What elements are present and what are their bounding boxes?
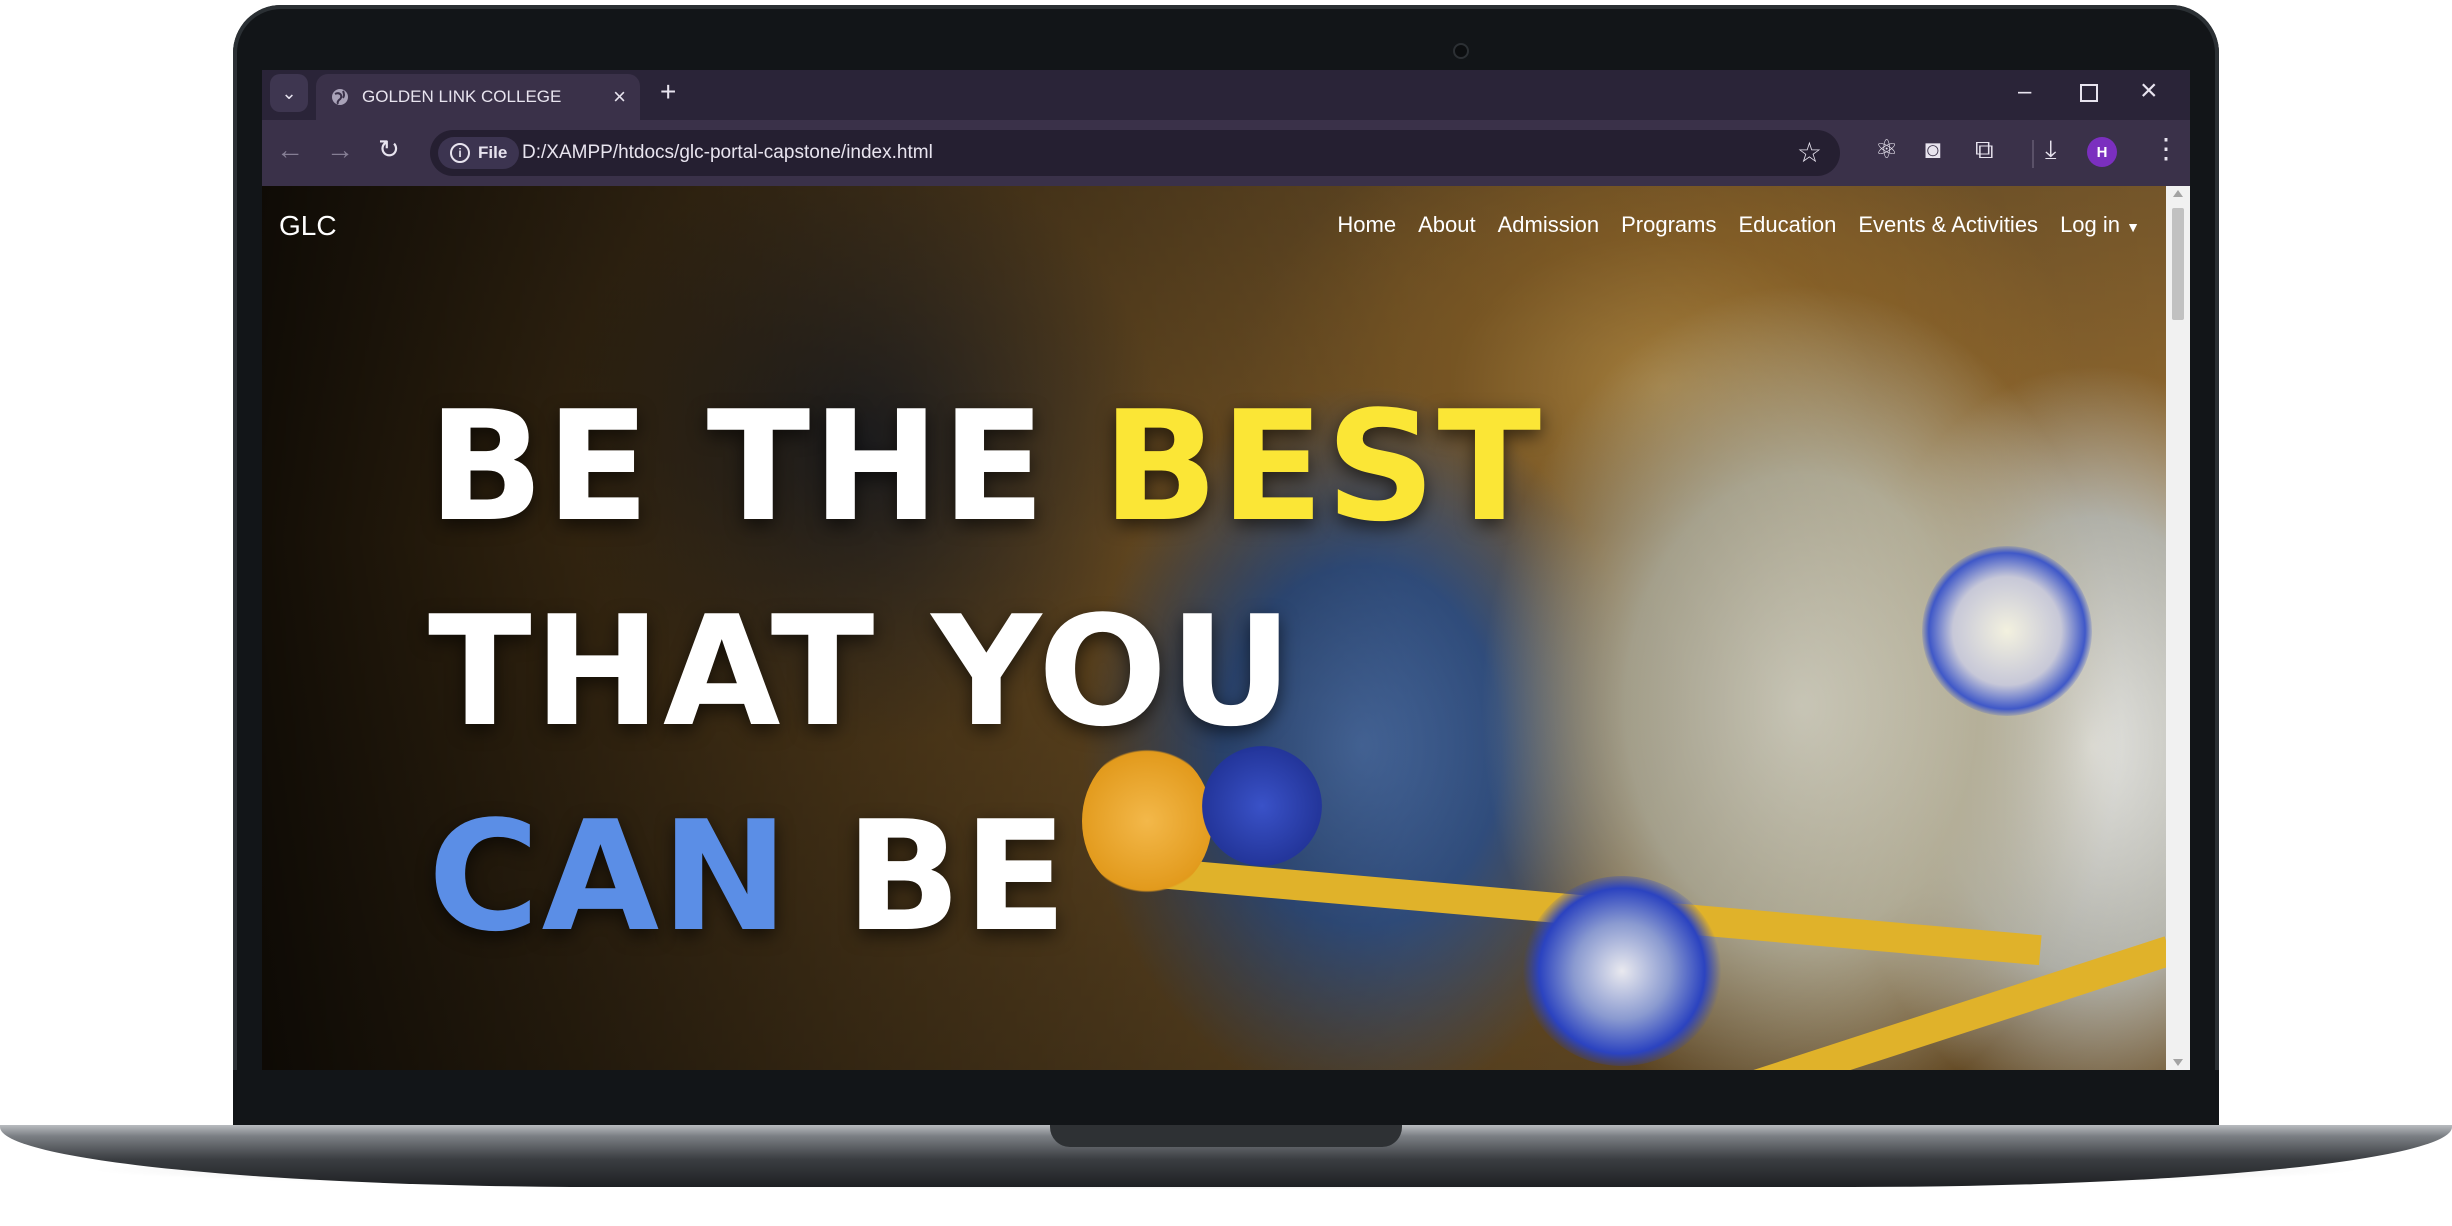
nav-links: Home About Admission Programs Education … [1337,212,2140,238]
blue-white-bow [1522,876,1722,1066]
back-arrow-icon[interactable]: ← [276,134,304,166]
hero-section: GLC Home About Admission Programs Educat… [262,186,2166,1070]
browser-toolbar: ← → ↻ i File D:/XAMPP/htdocs/glc-portal-… [262,120,2190,186]
site-brand[interactable]: GLC [279,210,337,242]
hero-text-be: BE [845,788,1070,965]
page-scrollbar[interactable] [2166,186,2190,1070]
minimize-icon[interactable]: – [2018,78,2031,106]
ribbon-decoration-2 [1670,936,2166,1070]
react-extension-icon[interactable]: ⚛ [1875,134,1898,165]
globe-icon [332,89,348,105]
nav-about[interactable]: About [1418,212,1476,238]
tab-strip: ⌄ GOLDEN LINK COLLEGE × + – × [262,70,2190,120]
bookmark-star-icon[interactable]: ☆ [1797,136,1822,169]
browser-window: ⌄ GOLDEN LINK COLLEGE × + – × ← → ↻ i Fi… [262,70,2190,1070]
toolbar-divider [2032,140,2034,168]
tab-active[interactable]: GOLDEN LINK COLLEGE × [316,74,640,120]
site-info-label: File [478,143,508,162]
hero-text-best: BEST [1102,378,1544,555]
laptop-hinge-notch [1050,1125,1402,1147]
white-bow [1922,546,2092,716]
restore-icon[interactable] [2080,84,2098,102]
nav-login-label: Log in [2060,212,2121,237]
tab-title: GOLDEN LINK COLLEGE [362,87,562,106]
tab-search-button[interactable]: ⌄ [270,74,308,112]
webcam [1453,43,1469,59]
hero-text-be-the: BE THE [428,378,1048,555]
close-window-icon[interactable]: × [2140,74,2158,108]
site-navbar: GLC Home About Admission Programs Educat… [262,186,2166,270]
new-tab-icon[interactable]: + [660,76,676,108]
hero-headline: BE THE BEST THAT YOU CAN BE [428,364,1543,979]
close-tab-icon[interactable]: × [613,84,626,110]
nav-home[interactable]: Home [1337,212,1396,238]
hero-line-1: BE THE BEST [428,364,1543,569]
hero-line-2: THAT YOU [428,583,1295,760]
kebab-menu-icon[interactable]: ⋮ [2152,132,2180,165]
laptop-bottom-bezel [233,1070,2219,1127]
nav-admission[interactable]: Admission [1498,212,1599,238]
hero-text-can: CAN [428,788,791,965]
reload-icon[interactable]: ↻ [378,134,400,165]
info-icon: i [450,143,470,163]
download-icon[interactable]: ⤓ [2045,134,2057,166]
nav-programs[interactable]: Programs [1621,212,1716,238]
profile-avatar[interactable]: H [2087,137,2117,167]
nav-education[interactable]: Education [1738,212,1836,238]
nav-events[interactable]: Events & Activities [1858,212,2038,238]
forward-arrow-icon[interactable]: → [326,134,354,166]
scroll-down-arrow-icon[interactable] [2173,1059,2183,1066]
url-text[interactable]: D:/XAMPP/htdocs/glc-portal-capstone/inde… [522,142,933,164]
hero-line-3: CAN BE [428,774,1543,979]
caret-down-icon: ▼ [2126,219,2140,235]
address-bar[interactable]: i File D:/XAMPP/htdocs/glc-portal-capsto… [430,130,1840,176]
scroll-up-arrow-icon[interactable] [2173,190,2183,197]
nav-login-dropdown[interactable]: Log in ▼ [2060,212,2140,238]
scroll-thumb[interactable] [2172,208,2184,320]
site-info-chip[interactable]: i File [438,137,520,169]
extensions-puzzle-icon[interactable]: ⧉ [1975,134,1994,166]
camera-extension-icon[interactable]: ◙ [1925,134,1941,165]
